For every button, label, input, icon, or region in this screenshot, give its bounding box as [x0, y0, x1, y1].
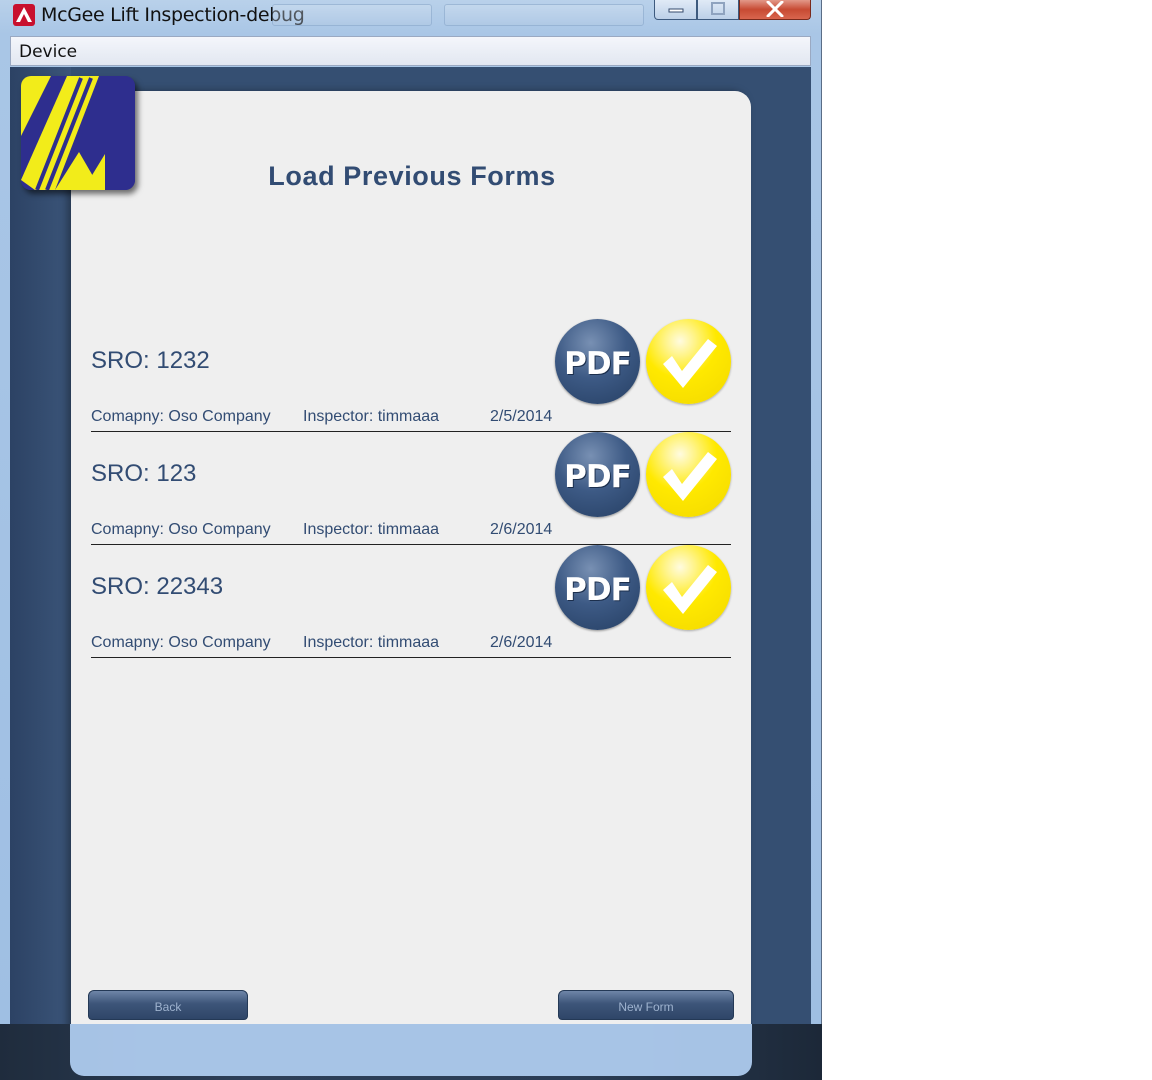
menu-bar: Device	[10, 36, 811, 66]
taskbar	[0, 1024, 822, 1080]
company-label: Comapny: Oso Company	[91, 521, 271, 538]
checkmark-icon	[663, 339, 717, 388]
checkmark-icon	[663, 565, 717, 614]
forms-panel: Load Previous Forms SRO: 1232 Comapny: O…	[71, 91, 751, 1024]
checkmark-button[interactable]	[646, 432, 731, 517]
checkmark-icon	[663, 452, 717, 501]
pdf-button[interactable]: PDF	[555, 432, 640, 517]
ghost-tab	[444, 4, 644, 26]
background-window-tabs	[272, 4, 652, 26]
app-window: McGee Lift Inspection-debug Device Load …	[0, 0, 822, 1024]
pdf-button[interactable]: PDF	[555, 545, 640, 630]
pdf-icon: PDF	[564, 346, 632, 382]
logo-graphic	[21, 76, 135, 190]
new-form-button[interactable]: New Form	[558, 990, 734, 1020]
pdf-icon: PDF	[564, 459, 632, 495]
checkmark-button[interactable]	[646, 545, 731, 630]
minimize-icon	[668, 8, 683, 12]
sro-number: SRO: 123	[91, 460, 197, 487]
minimize-button[interactable]	[654, 0, 697, 20]
adobe-air-icon	[13, 4, 35, 26]
sro-number: SRO: 1232	[91, 347, 210, 374]
close-icon	[766, 0, 784, 17]
form-list: SRO: 1232 Comapny: Oso Company Inspector…	[91, 319, 731, 658]
back-button[interactable]: Back	[88, 990, 248, 1020]
ghost-tab	[272, 4, 432, 26]
form-row[interactable]: SRO: 123 Comapny: Oso Company Inspector:…	[91, 432, 731, 545]
date-label: 2/5/2014	[490, 408, 553, 425]
date-label: 2/6/2014	[490, 634, 553, 651]
checkmark-button[interactable]	[646, 319, 731, 404]
app-side-shade	[10, 67, 71, 1024]
pdf-button[interactable]: PDF	[555, 319, 640, 404]
inspector-label: Inspector: timmaaa	[303, 634, 440, 651]
close-button[interactable]	[739, 0, 811, 20]
maximize-icon	[711, 1, 725, 15]
form-row[interactable]: SRO: 22343 Comapny: Oso Company Inspecto…	[91, 545, 731, 658]
date-label: 2/6/2014	[490, 521, 553, 538]
title-bar[interactable]: McGee Lift Inspection-debug	[0, 0, 821, 32]
sro-number: SRO: 22343	[91, 573, 224, 600]
inspector-label: Inspector: timmaaa	[303, 408, 440, 425]
menu-device[interactable]: Device	[19, 42, 77, 62]
app-content: Load Previous Forms SRO: 1232 Comapny: O…	[10, 67, 811, 1024]
form-row[interactable]: SRO: 1232 Comapny: Oso Company Inspector…	[91, 319, 731, 432]
page-title: Load Previous Forms	[268, 161, 556, 191]
mcgee-logo	[21, 76, 135, 190]
taskbar-reflection	[70, 1024, 752, 1076]
maximize-button[interactable]	[697, 0, 739, 20]
window-title: McGee Lift Inspection-debug	[41, 4, 305, 26]
inspector-label: Inspector: timmaaa	[303, 521, 440, 538]
pdf-icon: PDF	[564, 572, 632, 608]
company-label: Comapny: Oso Company	[91, 634, 271, 651]
company-label: Comapny: Oso Company	[91, 408, 271, 425]
